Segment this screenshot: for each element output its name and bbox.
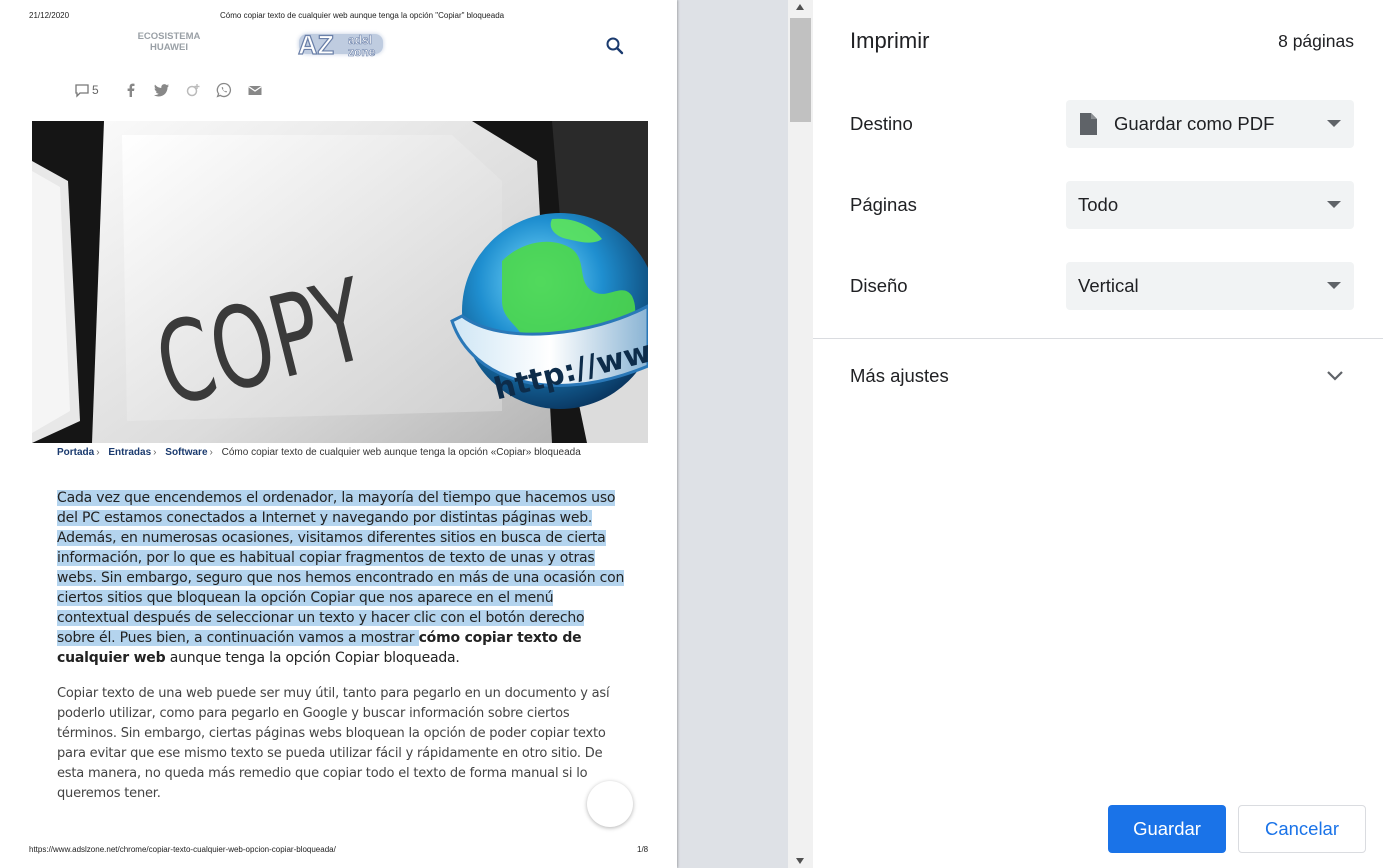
breadcrumb-software: Software bbox=[165, 447, 208, 458]
article-intro-paragraph: Cada vez que encendemos el ordenador, la… bbox=[57, 488, 625, 668]
cancel-button[interactable]: Cancelar bbox=[1238, 805, 1366, 853]
floating-button bbox=[587, 781, 633, 827]
share-bar: 5 bbox=[74, 80, 278, 100]
print-header-date: 21/12/2020 bbox=[29, 11, 70, 20]
chevron-down-icon[interactable] bbox=[1323, 366, 1347, 386]
logo-az: AZ bbox=[298, 30, 334, 60]
save-button[interactable]: Guardar bbox=[1108, 805, 1226, 853]
layout-select[interactable]: Vertical bbox=[1066, 262, 1354, 310]
adslzone-logo: AZ adsl zone bbox=[297, 29, 383, 60]
comment-icon bbox=[75, 84, 89, 98]
breadcrumb-entradas: Entradas bbox=[108, 447, 152, 458]
scroll-down-arrow[interactable] bbox=[788, 854, 813, 868]
eco-line1: ECOSISTEMA bbox=[137, 31, 201, 42]
dropdown-caret-icon bbox=[1327, 120, 1341, 127]
ecosistema-huawei-link: ECOSISTEMA HUAWEI bbox=[133, 31, 205, 53]
breadcrumb-portada: Portada bbox=[57, 447, 95, 458]
file-icon bbox=[1080, 113, 1097, 135]
email-icon bbox=[247, 86, 262, 95]
comment-count: 5 bbox=[92, 83, 99, 97]
layout-value: Vertical bbox=[1078, 275, 1139, 296]
logo-zone: zone bbox=[348, 45, 376, 59]
dropdown-caret-icon bbox=[1327, 282, 1341, 289]
dialog-title: Imprimir bbox=[850, 28, 930, 53]
scroll-up-arrow[interactable] bbox=[788, 0, 813, 14]
destination-select[interactable]: Guardar como PDF bbox=[1066, 100, 1354, 148]
destination-label: Destino bbox=[850, 113, 913, 134]
whatsapp-icon bbox=[216, 82, 231, 98]
hero-image: COPY http://www bbox=[32, 121, 648, 443]
dropdown-caret-icon bbox=[1327, 201, 1341, 208]
divider bbox=[813, 338, 1383, 339]
search-icon bbox=[606, 37, 624, 55]
pages-value: Todo bbox=[1078, 194, 1119, 215]
eco-line2: HUAWEI bbox=[150, 42, 188, 53]
print-settings-panel: Imprimir 8 páginas Destino Guardar como … bbox=[813, 0, 1383, 868]
print-dialog-window: 21/12/2020 Cómo copiar texto de cualquie… bbox=[0, 0, 1383, 868]
breadcrumb: Portada › Entradas › Software › Cómo copiar… bbox=[57, 447, 581, 458]
twitter-icon bbox=[153, 84, 169, 97]
highlighted-text: Cada vez que encendemos el ordenador, la… bbox=[57, 490, 625, 646]
print-footer-page-number: 1/8 bbox=[637, 845, 649, 854]
more-settings-toggle[interactable]: Más ajustes bbox=[850, 365, 949, 387]
print-preview-area: 21/12/2020 Cómo copiar texto de cualquie… bbox=[0, 0, 813, 868]
print-footer-url: https://www.adslzone.net/chrome/copiar-t… bbox=[29, 845, 336, 854]
comments-link: 5 bbox=[74, 82, 123, 98]
pages-label: Páginas bbox=[850, 194, 917, 215]
preview-scrollbar[interactable] bbox=[788, 0, 813, 868]
page-count: 8 páginas bbox=[1278, 31, 1354, 51]
breadcrumb-current: Cómo copiar texto de cualquier web aunqu… bbox=[221, 447, 581, 458]
destination-value: Guardar como PDF bbox=[1114, 113, 1275, 134]
google-plus-icon bbox=[186, 84, 200, 97]
paragraph-rest: aunque tenga la opción Copiar bloqueada. bbox=[165, 650, 460, 666]
facebook-icon bbox=[127, 83, 135, 97]
scroll-thumb[interactable] bbox=[790, 18, 811, 122]
layout-label: Diseño bbox=[850, 275, 908, 296]
preview-page: 21/12/2020 Cómo copiar texto de cualquie… bbox=[0, 0, 677, 868]
article-paragraph: Copiar texto de una web puede ser muy út… bbox=[57, 686, 610, 801]
pages-select[interactable]: Todo bbox=[1066, 181, 1354, 229]
print-header-title: Cómo copiar texto de cualquier web aunqu… bbox=[220, 11, 505, 20]
